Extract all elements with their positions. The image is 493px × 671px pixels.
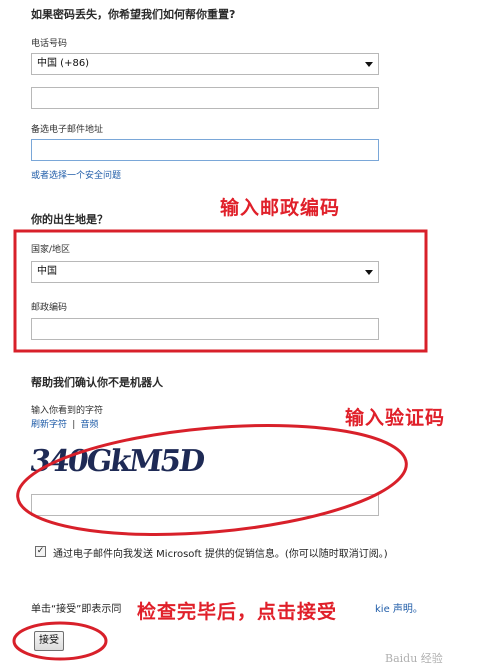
annotation-overlay [12, 229, 428, 661]
captcha-highlight-ellipse [16, 423, 408, 537]
postal-highlight-box [13, 229, 428, 353]
accept-highlight-ellipse [12, 621, 108, 661]
